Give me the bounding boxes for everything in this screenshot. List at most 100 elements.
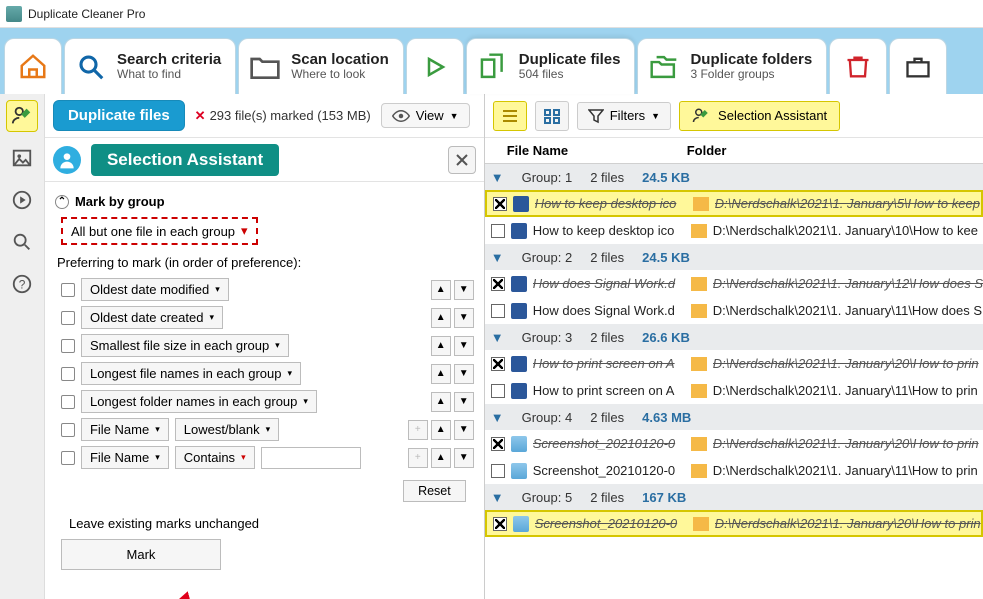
- file-row[interactable]: How does Signal Work.d D:\Nerdschalk\202…: [485, 297, 983, 324]
- move-up-button[interactable]: ▲: [431, 280, 451, 300]
- mark-checkbox[interactable]: [491, 224, 505, 238]
- pref-chip[interactable]: Longest file names in each group▾: [81, 362, 301, 385]
- close-button[interactable]: [448, 146, 476, 174]
- move-up-button[interactable]: ▲: [431, 336, 451, 356]
- checkbox[interactable]: [61, 451, 75, 465]
- tab-sub: Where to look: [291, 68, 389, 82]
- results-body[interactable]: ▼ Group: 1 2 files 24.5 KB How to keep d…: [485, 164, 983, 599]
- file-row[interactable]: How to keep desktop ico D:\Nerdschalk\20…: [485, 217, 983, 244]
- marked-text: 293 file(s) marked (153 MB): [210, 108, 371, 123]
- word-doc-icon: [511, 223, 527, 239]
- group-header[interactable]: ▼ Group: 4 2 files 4.63 MB: [485, 404, 983, 430]
- rail-search-icon[interactable]: [6, 226, 38, 258]
- selection-assistant-button[interactable]: Selection Assistant: [679, 101, 840, 131]
- checkbox[interactable]: [61, 395, 75, 409]
- move-up-button[interactable]: ▲: [431, 420, 451, 440]
- rail-assistant-icon[interactable]: [6, 100, 38, 132]
- checkbox[interactable]: [61, 311, 75, 325]
- rail-image-icon[interactable]: [6, 142, 38, 174]
- move-down-button[interactable]: ▼: [454, 448, 474, 468]
- add-row-button[interactable]: +: [408, 448, 428, 468]
- tab-duplicate-folders[interactable]: Duplicate folders 3 Folder groups: [637, 38, 827, 94]
- move-down-button[interactable]: ▼: [454, 364, 474, 384]
- move-up-button[interactable]: ▲: [431, 392, 451, 412]
- chip-lowest[interactable]: Lowest/blank▾: [175, 418, 279, 441]
- file-row[interactable]: How does Signal Work.d D:\Nerdschalk\202…: [485, 270, 983, 297]
- section-mark-by-group[interactable]: ⌃ Mark by group: [55, 194, 474, 209]
- view-label: View: [416, 108, 444, 123]
- add-row-button[interactable]: +: [408, 420, 428, 440]
- mark-checkbox[interactable]: [493, 517, 507, 531]
- chip-filename[interactable]: File Name▾: [81, 446, 169, 469]
- file-name: Screenshot_20210120-0: [533, 436, 685, 451]
- file-row[interactable]: How to keep desktop ico D:\Nerdschalk\20…: [485, 190, 983, 217]
- mark-checkbox[interactable]: [493, 197, 507, 211]
- contains-input[interactable]: [261, 447, 361, 469]
- checkbox[interactable]: [61, 283, 75, 297]
- checkbox[interactable]: [61, 423, 75, 437]
- file-path: D:\Nerdschalk\2021\1. January\12\How doe…: [713, 276, 983, 291]
- tab-tools[interactable]: [889, 38, 947, 94]
- tab-run-scan[interactable]: [406, 38, 464, 94]
- move-up-button[interactable]: ▲: [431, 308, 451, 328]
- group-header[interactable]: ▼ Group: 2 2 files 24.5 KB: [485, 244, 983, 270]
- word-doc-icon: [511, 383, 527, 399]
- rail-preview-icon[interactable]: [6, 184, 38, 216]
- tab-search-criteria[interactable]: Search criteria What to find: [64, 38, 236, 94]
- checkbox[interactable]: [61, 367, 75, 381]
- selection-assistant-label: Selection Assistant: [718, 108, 827, 123]
- pref-chip[interactable]: Smallest file size in each group▾: [81, 334, 289, 357]
- move-up-button[interactable]: ▲: [431, 448, 451, 468]
- group-header[interactable]: ▼ Group: 5 2 files 167 KB: [485, 484, 983, 510]
- mark-button[interactable]: Mark: [61, 539, 221, 570]
- move-down-button[interactable]: ▼: [454, 420, 474, 440]
- move-up-button[interactable]: ▲: [431, 364, 451, 384]
- group-header[interactable]: ▼ Group: 3 2 files 26.6 KB: [485, 324, 983, 350]
- view-dropdown[interactable]: View ▼: [381, 103, 470, 128]
- assistant-icon: [692, 107, 710, 125]
- file-row[interactable]: How to print screen on A D:\Nerdschalk\2…: [485, 350, 983, 377]
- checkbox[interactable]: [61, 339, 75, 353]
- move-down-button[interactable]: ▼: [454, 336, 474, 356]
- tab-home[interactable]: [4, 38, 62, 94]
- file-row[interactable]: Screenshot_20210120-0 D:\Nerdschalk\2021…: [485, 457, 983, 484]
- group-count: 2 files: [590, 410, 624, 425]
- file-path: D:\Nerdschalk\2021\1. January\20\How to …: [713, 436, 983, 451]
- file-row[interactable]: How to print screen on A D:\Nerdschalk\2…: [485, 377, 983, 404]
- word-doc-icon: [511, 356, 527, 372]
- group-header[interactable]: ▼ Group: 1 2 files 24.5 KB: [485, 164, 983, 190]
- filters-dropdown[interactable]: Filters ▼: [577, 102, 671, 130]
- tab-duplicate-files[interactable]: Duplicate files 504 files: [466, 38, 636, 94]
- mark-mode-dropdown[interactable]: All but one file in each group ▾: [61, 217, 258, 245]
- pref-chip[interactable]: Oldest date modified▾: [81, 278, 229, 301]
- view-grid-icon[interactable]: [535, 101, 569, 131]
- move-down-button[interactable]: ▼: [454, 280, 474, 300]
- mark-checkbox[interactable]: [491, 277, 505, 291]
- mark-checkbox[interactable]: [491, 357, 505, 371]
- tab-delete[interactable]: [829, 38, 887, 94]
- reset-button[interactable]: Reset: [403, 480, 466, 502]
- duplicate-files-button[interactable]: Duplicate files: [53, 100, 185, 131]
- move-down-button[interactable]: ▼: [454, 308, 474, 328]
- pref-chip[interactable]: Oldest date created▾: [81, 306, 223, 329]
- col-folder[interactable]: Folder: [687, 143, 727, 158]
- chip-contains[interactable]: Contains▾: [175, 446, 255, 469]
- group-size: 26.6 KB: [642, 330, 690, 345]
- file-path: D:\Nerdschalk\2021\1. January\5\How to k…: [715, 196, 981, 211]
- file-row[interactable]: Screenshot_20210120-0 D:\Nerdschalk\2021…: [485, 430, 983, 457]
- mark-checkbox[interactable]: [491, 464, 505, 478]
- mark-checkbox[interactable]: [491, 437, 505, 451]
- rail-help-icon[interactable]: ?: [6, 268, 38, 300]
- pref-chip[interactable]: Longest folder names in each group▾: [81, 390, 317, 413]
- view-list-icon[interactable]: [493, 101, 527, 131]
- col-filename[interactable]: File Name: [507, 143, 687, 158]
- file-row[interactable]: Screenshot_20210120-0 D:\Nerdschalk\2021…: [485, 510, 983, 537]
- chip-filename[interactable]: File Name▾: [81, 418, 169, 441]
- midcol-toolbar: Duplicate files ✕ 293 file(s) marked (15…: [45, 94, 484, 138]
- mark-checkbox[interactable]: [491, 304, 505, 318]
- move-down-button[interactable]: ▼: [454, 392, 474, 412]
- group-count: 2 files: [590, 250, 624, 265]
- tab-scan-location[interactable]: Scan location Where to look: [238, 38, 404, 94]
- mark-checkbox[interactable]: [491, 384, 505, 398]
- file-path: D:\Nerdschalk\2021\1. January\11\How to …: [713, 383, 983, 398]
